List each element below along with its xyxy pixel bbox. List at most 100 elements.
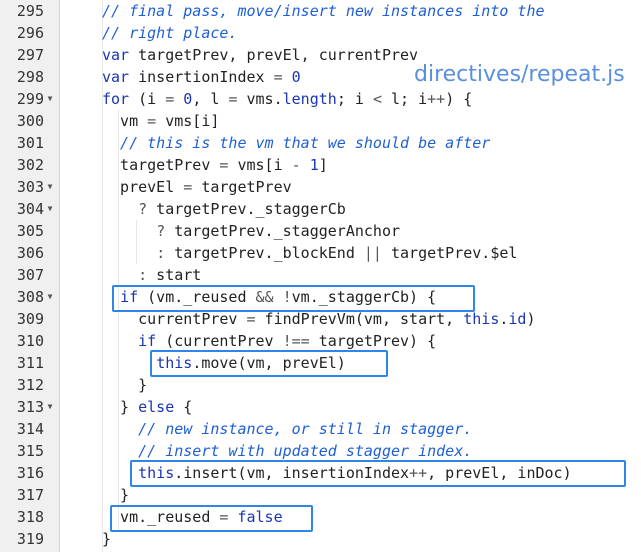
code-line[interactable]: 296 // right place. [0, 22, 641, 44]
code-line[interactable]: 300 vm = vms[i] [0, 110, 641, 132]
code-text: ? targetPrev._staggerAnchor [102, 220, 400, 242]
code-token: id [508, 310, 527, 328]
line-number: 318 [16, 508, 44, 526]
fold-arrow-icon[interactable]: ▼ [45, 396, 55, 418]
code-token: (i [129, 90, 166, 108]
line-number: 296 [16, 24, 44, 42]
code-token: { [174, 398, 193, 416]
code-token: // insert with updated stagger index. [102, 442, 473, 460]
code-line[interactable]: 305 ? targetPrev._staggerAnchor [0, 220, 641, 242]
code-line[interactable]: 299 ▼ for (i = 0, l = vms.length; i < l; i… [0, 88, 641, 110]
code-token: vms. [237, 90, 283, 108]
code-text: : start [102, 264, 201, 286]
code-line[interactable]: 304 ▼ ? targetPrev._staggerCb [0, 198, 641, 220]
code-token: = [147, 112, 157, 130]
code-text: } [102, 374, 147, 396]
code-text: } else { [102, 396, 192, 418]
code-token: ++ [427, 90, 446, 108]
fold-arrow-icon[interactable]: ▼ [45, 286, 55, 308]
highlight-box-this-move [150, 350, 388, 377]
code-token: = [165, 90, 175, 108]
code-token: prevEl [102, 178, 184, 196]
code-token: vms[i] [156, 112, 220, 130]
line-number: 316 [16, 464, 44, 482]
code-token: l; i [381, 90, 428, 108]
code-token: targetPrev._staggerAnchor [165, 222, 401, 240]
code-editor[interactable]: 295 // final pass, move/insert new instan… [0, 0, 641, 552]
code-token: var [102, 46, 130, 64]
code-token: 1 [309, 156, 319, 174]
line-number: 317 [16, 486, 44, 504]
code-line[interactable]: 317 } [0, 484, 641, 506]
code-token: } [102, 530, 112, 548]
code-text: : targetPrev._blockEnd || targetPrev.$el [102, 242, 517, 264]
code-text: ? targetPrev._staggerCb [102, 198, 346, 220]
code-token: insertionIndex [129, 68, 274, 86]
line-number: 299 [16, 90, 44, 108]
code-text: if (currentPrev !== targetPrev) { [102, 330, 436, 352]
line-number: 310 [16, 332, 44, 350]
code-text: // final pass, move/insert new instances… [102, 0, 545, 22]
line-number: 303 [16, 178, 44, 196]
fold-arrow-icon[interactable]: ▼ [45, 88, 55, 110]
code-token: } [102, 486, 130, 504]
code-text: // new instance, or still in stagger. [102, 418, 472, 440]
line-number: 308 [16, 288, 44, 306]
code-line[interactable]: 314 // new instance, or still in stagger… [0, 418, 641, 440]
code-text: for (i = 0, l = vms.length; i < l; i++) … [102, 88, 472, 110]
code-line[interactable]: 310 if (currentPrev !== targetPrev) { [0, 330, 641, 352]
code-token: vms[i [228, 156, 292, 174]
code-token: targetPrev, prevEl, currentPrev [129, 46, 419, 64]
code-text: targetPrev = vms[i - 1] [102, 154, 328, 176]
code-token: currentPrev [102, 310, 247, 328]
line-number: 298 [16, 68, 44, 86]
line-number: 297 [16, 46, 44, 64]
code-text: // this is the vm that we should be afte… [102, 132, 490, 154]
code-token: ) { [445, 90, 473, 108]
code-token: : [138, 266, 148, 284]
code-token: ) [526, 310, 536, 328]
line-number: 307 [16, 266, 44, 284]
code-text: prevEl = targetPrev [102, 176, 292, 198]
code-text: } [102, 484, 129, 506]
code-token: // new instance, or still in stagger. [102, 420, 473, 438]
code-token: ? [156, 222, 166, 240]
code-token: length [282, 90, 337, 108]
code-line[interactable]: 313 ▼ } else { [0, 396, 641, 418]
code-token: = [183, 178, 193, 196]
line-number: 306 [16, 244, 44, 262]
fold-arrow-icon[interactable]: ▼ [45, 198, 55, 220]
code-line[interactable]: 303 ▼ prevEl = targetPrev [0, 176, 641, 198]
code-token: targetPrev [102, 156, 220, 174]
code-token: targetPrev [192, 178, 292, 196]
line-number: 311 [16, 354, 44, 372]
line-number: 304 [16, 200, 44, 218]
code-token: targetPrev) { [309, 332, 437, 350]
code-line[interactable]: 312 } [0, 374, 641, 396]
code-line[interactable]: 307 : start [0, 264, 641, 286]
code-token: ; i [336, 90, 373, 108]
code-token: targetPrev.$el [381, 244, 518, 262]
code-token: 0 [291, 68, 301, 86]
code-token: = [246, 310, 256, 328]
line-number: 301 [16, 134, 44, 152]
code-token: , l [192, 90, 229, 108]
code-line[interactable]: 318 vm._reused = false [0, 506, 641, 528]
code-line[interactable]: 319} [0, 528, 641, 550]
code-token: : [156, 244, 166, 262]
fold-arrow-icon[interactable]: ▼ [45, 176, 55, 198]
code-line[interactable]: 302 targetPrev = vms[i - 1] [0, 154, 641, 176]
code-line[interactable]: 295 // final pass, move/insert new instan… [0, 0, 641, 22]
code-text: var targetPrev, prevEl, currentPrev [102, 44, 418, 66]
line-number: 300 [16, 112, 44, 130]
code-line[interactable]: 315 // insert with updated stagger index… [0, 440, 641, 462]
code-token: findPrevVm(vm, start, [255, 310, 464, 328]
code-line[interactable]: 301 // this is the vm that we should be … [0, 132, 641, 154]
code-line[interactable]: 306 : targetPrev._blockEnd || targetPrev… [0, 242, 641, 264]
highlight-box-this-insert [130, 460, 626, 487]
code-token: ? [138, 200, 148, 218]
